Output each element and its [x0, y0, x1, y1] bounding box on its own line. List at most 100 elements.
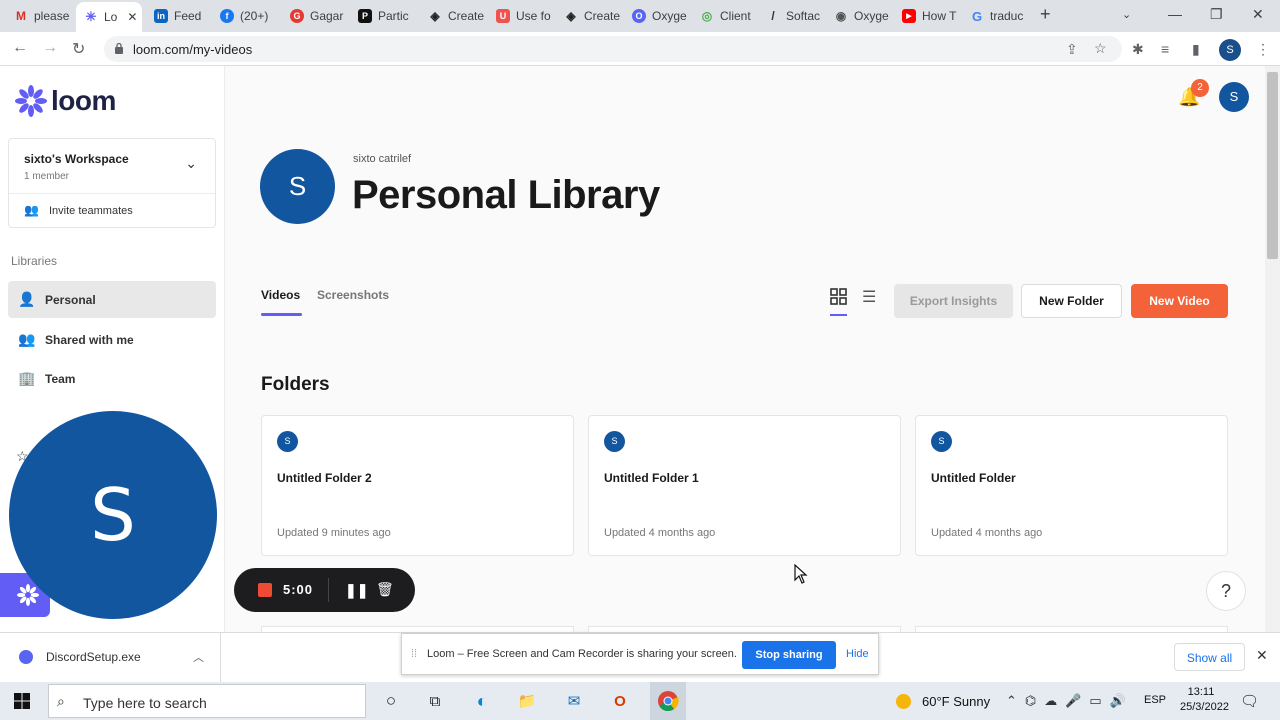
- chrome-icon[interactable]: [650, 682, 686, 720]
- tab-screenshots[interactable]: Screenshots: [317, 288, 389, 302]
- camera-bubble[interactable]: S: [9, 411, 217, 619]
- browser-tab-strip: M please ✳ Lo ✕ in Feed f (20+) G Gagar …: [0, 0, 1280, 32]
- folder-card[interactable]: S Untitled Folder 1 Updated 4 months ago: [588, 415, 901, 556]
- laravel-icon: U: [496, 9, 510, 23]
- folder-updated: Updated 9 minutes ago: [277, 527, 391, 539]
- weather-sun-icon: [896, 694, 911, 709]
- menu-kebab-icon[interactable]: ⋮: [1256, 41, 1270, 58]
- export-insights-button[interactable]: Export Insights: [894, 284, 1013, 318]
- minimize-icon[interactable]: —: [1168, 6, 1182, 22]
- back-icon[interactable]: ←: [12, 39, 28, 57]
- close-icon[interactable]: ✕: [1256, 647, 1268, 664]
- chevron-down-icon[interactable]: ⌄: [1122, 8, 1131, 21]
- forward-icon[interactable]: →: [42, 39, 58, 57]
- cortana-icon[interactable]: ○: [380, 690, 402, 712]
- browser-tab[interactable]: M please: [6, 4, 72, 28]
- folder-name: Untitled Folder 1: [604, 471, 699, 485]
- logo-wordmark: loom: [51, 85, 116, 116]
- trash-icon[interactable]: 🗑: [376, 581, 394, 598]
- browser-tab[interactable]: ◉ Oxyge: [826, 4, 892, 28]
- extensions-icon[interactable]: ✱: [1132, 41, 1144, 58]
- weather-text[interactable]: 60°F Sunny: [922, 694, 990, 709]
- tab-label: Softac: [786, 9, 821, 23]
- browser-tab[interactable]: P Partic: [350, 4, 416, 28]
- media-icon[interactable]: ≡: [1161, 41, 1169, 57]
- browser-tab[interactable]: O Oxyge: [624, 4, 690, 28]
- tab-label: Client: [720, 9, 751, 23]
- workspace-members: 1 member: [24, 171, 70, 182]
- browser-tab[interactable]: ◈ Create: [556, 4, 622, 28]
- sidebar-item-label: Team: [45, 371, 76, 386]
- browser-tab[interactable]: ◈ Create: [420, 4, 486, 28]
- search-placeholder: Type here to search: [83, 695, 207, 711]
- new-tab-icon[interactable]: +: [1040, 4, 1051, 25]
- folder-card[interactable]: S Untitled Folder 2 Updated 9 minutes ag…: [261, 415, 574, 556]
- stop-recording-icon[interactable]: [258, 583, 272, 597]
- sidebar-item-label: Shared with me: [45, 332, 134, 347]
- grid-view-icon[interactable]: [830, 288, 847, 310]
- office-icon[interactable]: O: [609, 690, 631, 712]
- scrollbar-thumb[interactable]: [1267, 72, 1278, 259]
- mouse-cursor-icon: [794, 564, 808, 584]
- taskbar-search[interactable]: ⌕ Type here to search: [48, 684, 366, 718]
- clock[interactable]: 13:11 25/3/2022: [1180, 685, 1229, 715]
- loom-logo-icon: [15, 85, 47, 117]
- tab-label: Oxyge: [854, 9, 889, 23]
- download-item[interactable]: DiscordSetup.exe ︿: [0, 633, 221, 682]
- discord-icon: O: [632, 9, 646, 23]
- scrollbar[interactable]: [1265, 66, 1280, 632]
- browser-toolbar: ← → ↻ loom.com/my-videos ⇪ ☆ ✱ ≡ ▮ ⋮: [0, 32, 1280, 66]
- workspace-switcher[interactable]: sixto's Workspace 1 member ⌄ 👥 Invite te…: [8, 138, 216, 228]
- folder-card[interactable]: S Untitled Folder Updated 4 months ago: [915, 415, 1228, 556]
- reload-icon[interactable]: ↻: [72, 39, 85, 59]
- sidebar-item-team[interactable]: 🏢 Team: [8, 360, 216, 397]
- tab-label: traduc: [990, 9, 1024, 23]
- pause-icon[interactable]: ❚❚: [345, 582, 368, 599]
- show-all-button[interactable]: Show all: [1174, 643, 1245, 671]
- browser-tab[interactable]: / Softac: [758, 4, 824, 28]
- edge-icon[interactable]: ◐: [471, 690, 493, 712]
- system-tray[interactable]: ⌃⌬☁🎤▭🔊: [1006, 693, 1134, 709]
- language-indicator[interactable]: ESP: [1144, 694, 1166, 706]
- browser-tab[interactable]: in Feed: [146, 4, 208, 28]
- address-bar[interactable]: loom.com/my-videos ⇪ ☆: [104, 36, 1122, 62]
- mail-icon[interactable]: ✉: [563, 690, 585, 712]
- site-icon: ◎: [701, 9, 713, 23]
- browser-tab-active[interactable]: ✳ Lo ✕: [76, 2, 142, 32]
- share-icon[interactable]: ⇪: [1066, 41, 1078, 58]
- browser-tab[interactable]: G traduc: [962, 4, 1028, 28]
- new-video-button[interactable]: New Video: [1131, 284, 1228, 318]
- tab-close-icon[interactable]: ✕: [127, 10, 137, 24]
- user-avatar[interactable]: S: [1219, 82, 1249, 112]
- tab-videos[interactable]: Videos: [261, 288, 300, 302]
- bookmark-star-icon[interactable]: ☆: [1094, 40, 1107, 57]
- browser-profile-avatar[interactable]: S: [1219, 39, 1241, 61]
- sidebar-item-shared[interactable]: 👥 Shared with me: [8, 321, 216, 358]
- side-panel-icon[interactable]: ▮: [1192, 41, 1200, 58]
- folder-owner-avatar: S: [604, 431, 625, 452]
- windows-start-icon[interactable]: [14, 693, 30, 709]
- chevron-down-icon[interactable]: ⌄: [185, 155, 197, 172]
- browser-tab[interactable]: U Use fo: [488, 4, 554, 28]
- help-button[interactable]: ?: [1206, 571, 1246, 611]
- new-folder-button[interactable]: New Folder: [1021, 284, 1122, 318]
- chevron-up-icon[interactable]: ︿: [193, 649, 204, 665]
- list-view-icon[interactable]: ☰: [862, 287, 876, 307]
- folders-heading: Folders: [261, 374, 330, 395]
- notification-center-icon[interactable]: 🗨: [1240, 692, 1259, 710]
- browser-tab[interactable]: f (20+): [212, 4, 278, 28]
- invite-teammates-link[interactable]: Invite teammates: [49, 205, 133, 217]
- hide-link[interactable]: Hide: [846, 648, 869, 660]
- loom-logo[interactable]: loom: [15, 85, 116, 117]
- browser-tab[interactable]: ▶ How T: [894, 4, 960, 28]
- close-window-icon[interactable]: ✕: [1252, 6, 1264, 23]
- stop-sharing-button[interactable]: Stop sharing: [742, 641, 836, 669]
- task-view-icon[interactable]: ⧉: [424, 690, 446, 712]
- maximize-icon[interactable]: ❐: [1210, 6, 1223, 23]
- browser-tab[interactable]: G Gagar: [282, 4, 348, 28]
- drag-handle-icon[interactable]: ⁞⁞: [411, 648, 417, 660]
- browser-tab[interactable]: ◎ Client: [692, 4, 758, 28]
- file-explorer-icon[interactable]: 📁: [516, 690, 538, 712]
- tab-label: Create: [584, 9, 621, 23]
- sidebar-item-personal[interactable]: 👤 Personal: [8, 281, 216, 318]
